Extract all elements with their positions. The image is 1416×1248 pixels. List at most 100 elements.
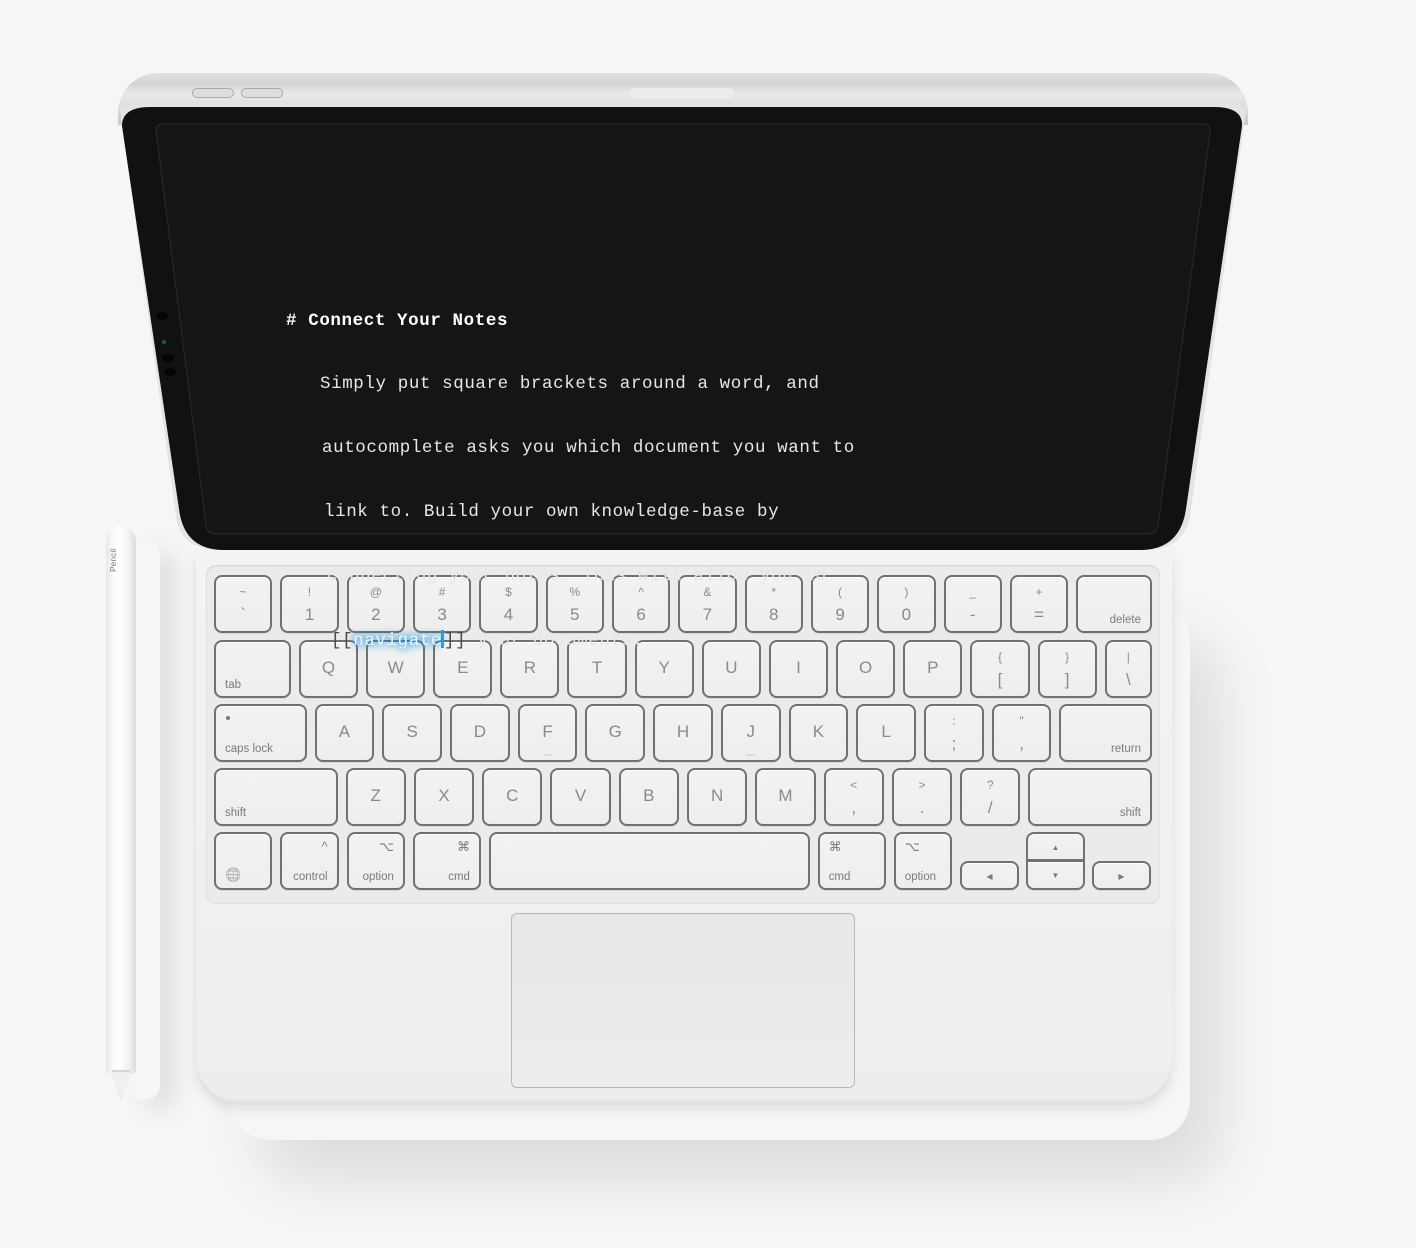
key-left-bracket[interactable]: {[ bbox=[970, 640, 1030, 698]
link-close-brackets: ]] bbox=[444, 631, 467, 652]
key-minus[interactable]: _ - bbox=[943, 575, 1002, 633]
key-slash[interactable]: ? / bbox=[960, 768, 1021, 826]
key-label: caps lock bbox=[225, 743, 273, 755]
key-shift-label: ) bbox=[904, 585, 909, 599]
apple-pencil[interactable] bbox=[106, 526, 136, 1074]
key-label: 0 bbox=[901, 605, 912, 624]
caps-lock-indicator bbox=[226, 716, 230, 720]
key-label: N bbox=[711, 786, 724, 805]
key-m[interactable]: M bbox=[755, 768, 816, 826]
key-right-bracket[interactable]: }] bbox=[1037, 640, 1097, 698]
key-cmd-right[interactable]: ⌘ cmd bbox=[412, 832, 481, 890]
key-comma[interactable]: <, bbox=[823, 768, 884, 826]
key-z[interactable]: Z bbox=[345, 768, 406, 826]
key-shift-label: | bbox=[1126, 650, 1130, 664]
key-shift-label: _ bbox=[969, 585, 977, 599]
key-b[interactable]: B bbox=[618, 768, 679, 826]
key-n[interactable]: N bbox=[687, 768, 748, 826]
key-label: S bbox=[406, 722, 418, 741]
key-label: shift bbox=[1119, 807, 1141, 819]
key-s[interactable]: S bbox=[382, 704, 442, 762]
volume-up-button[interactable] bbox=[192, 88, 234, 98]
key-a[interactable]: A bbox=[314, 704, 375, 762]
key-option-right[interactable]: ⌥ option bbox=[346, 832, 405, 890]
key-tab[interactable]: tab bbox=[214, 640, 291, 698]
key-h[interactable]: H bbox=[653, 704, 713, 762]
key-arrow-left[interactable]: ◀ bbox=[960, 861, 1019, 890]
key-backslash[interactable]: | \ bbox=[1104, 640, 1152, 698]
key-label: , bbox=[1019, 734, 1024, 753]
key-shift-left[interactable]: shift bbox=[214, 768, 338, 826]
home-row-bump bbox=[745, 754, 756, 756]
key-j[interactable]: J bbox=[720, 704, 781, 762]
key-label: H bbox=[676, 722, 690, 741]
volume-down-button[interactable] bbox=[241, 88, 283, 98]
globe-icon: 🌐 bbox=[225, 867, 242, 882]
key-return[interactable]: return bbox=[1059, 704, 1152, 762]
key-shift-label: + bbox=[1035, 585, 1043, 599]
key-k[interactable]: K bbox=[788, 704, 849, 762]
key-label: cmd bbox=[828, 871, 851, 883]
editor-document[interactable]: # Connect Your Notes Simply put square b… bbox=[286, 268, 855, 674]
arrow-down-icon: ▼ bbox=[1051, 871, 1060, 880]
key-label: \ bbox=[1125, 670, 1131, 689]
key-period[interactable]: >. bbox=[891, 768, 953, 826]
key-label: , bbox=[851, 798, 857, 817]
key-control[interactable]: ^ control bbox=[280, 832, 339, 890]
key-label: . bbox=[919, 798, 925, 817]
key-p[interactable]: P bbox=[903, 640, 963, 698]
document-heading: Connect Your Notes bbox=[308, 310, 509, 331]
key-g[interactable]: G bbox=[585, 704, 646, 762]
paragraph-line-link: [[navigate]] your documents. bbox=[286, 630, 855, 652]
key-comma[interactable]: ", bbox=[991, 704, 1052, 762]
key-shift-label: < bbox=[850, 778, 858, 792]
key-arrow-down[interactable]: ▼ bbox=[1026, 860, 1085, 890]
home-row-bump bbox=[542, 754, 553, 756]
key-globe[interactable]: 🌐 bbox=[214, 832, 273, 890]
key-shift-label: > bbox=[918, 778, 926, 792]
key-label: J bbox=[746, 722, 755, 741]
key-caps-lock[interactable]: caps lock bbox=[214, 704, 307, 762]
key-label: ` bbox=[240, 605, 246, 624]
key-cmd-left[interactable]: ⌘ cmd bbox=[817, 832, 886, 890]
paragraph-line: Simply put square brackets around a word… bbox=[320, 374, 820, 395]
key-label: delete bbox=[1109, 614, 1141, 626]
key-label: K bbox=[812, 722, 825, 741]
key-label: D bbox=[473, 722, 486, 741]
key-space[interactable] bbox=[488, 832, 810, 890]
wiki-link-navigate[interactable]: navigate bbox=[353, 631, 442, 651]
arrow-left-icon: ◀ bbox=[986, 871, 993, 881]
key-v[interactable]: V bbox=[550, 768, 611, 826]
key-equals[interactable]: + = bbox=[1009, 575, 1069, 633]
key-label: L bbox=[881, 722, 891, 741]
key-shift-label: { bbox=[997, 650, 1002, 664]
key-l[interactable]: L bbox=[856, 704, 916, 762]
key-delete[interactable]: delete bbox=[1076, 575, 1152, 633]
key-0[interactable]: ) 0 bbox=[877, 575, 936, 633]
key-c[interactable]: C bbox=[482, 768, 543, 826]
key-arrow-right[interactable]: ▶ bbox=[1092, 861, 1151, 890]
key-shift-right[interactable]: shift bbox=[1028, 768, 1152, 826]
option-symbol-icon: ⌥ bbox=[378, 839, 394, 854]
cmd-symbol-icon: ⌘ bbox=[456, 839, 470, 854]
key-label: A bbox=[338, 722, 351, 741]
key-label: X bbox=[438, 786, 450, 805]
camera-sensor-icon bbox=[156, 312, 168, 320]
key-semicolon[interactable]: :; bbox=[924, 704, 984, 762]
trackpad[interactable] bbox=[511, 913, 855, 1088]
key-label: V bbox=[574, 786, 587, 805]
link-open-brackets: [[ bbox=[331, 631, 354, 652]
key-label: [ bbox=[997, 670, 1003, 689]
key-backtick[interactable]: ~ ` bbox=[214, 575, 273, 633]
key-label: cmd bbox=[448, 871, 470, 883]
key-x[interactable]: X bbox=[413, 768, 475, 826]
top-power-button[interactable] bbox=[629, 88, 735, 100]
key-f[interactable]: F bbox=[517, 704, 578, 762]
key-arrow-up[interactable]: ▲ bbox=[1026, 832, 1085, 861]
control-symbol-icon: ^ bbox=[321, 839, 328, 854]
key-option-left[interactable]: ⌥ option bbox=[893, 832, 952, 890]
key-d[interactable]: D bbox=[449, 704, 510, 762]
microphone-icon bbox=[164, 368, 176, 376]
heading-marker: # bbox=[286, 310, 298, 331]
key-label: option bbox=[362, 871, 394, 883]
